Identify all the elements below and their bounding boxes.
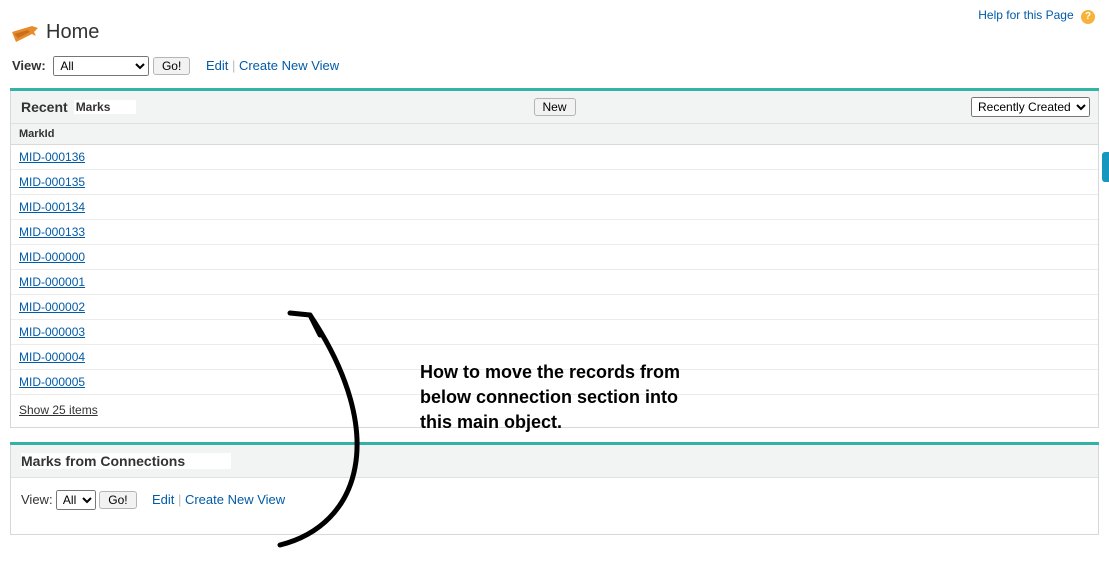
view-select[interactable]: All: [53, 56, 149, 76]
page-header: Home: [10, 20, 1099, 44]
create-view-link[interactable]: Create New View: [239, 58, 339, 73]
mark-link[interactable]: MID-000001: [19, 275, 85, 289]
show-more-link[interactable]: Show 25 items: [19, 403, 98, 417]
side-tab[interactable]: [1102, 152, 1109, 182]
home-plane-icon: [10, 20, 40, 44]
mark-link[interactable]: MID-000002: [19, 300, 85, 314]
table-row: MID-000001: [11, 270, 1098, 295]
mark-link[interactable]: MID-000133: [19, 225, 85, 239]
mark-link[interactable]: MID-000135: [19, 175, 85, 189]
separator: |: [232, 58, 239, 73]
conn-edit-view-link[interactable]: Edit: [152, 492, 174, 507]
mark-link[interactable]: MID-000005: [19, 375, 85, 389]
help-link[interactable]: Help for this Page: [978, 8, 1073, 22]
col-markid: MarkId: [11, 124, 1098, 145]
table-row: MID-000133: [11, 220, 1098, 245]
edit-view-link[interactable]: Edit: [206, 58, 228, 73]
recent-title-a: Recent: [21, 99, 68, 115]
table-row: MID-000136: [11, 145, 1098, 170]
mark-link[interactable]: MID-000134: [19, 200, 85, 214]
conn-create-view-link[interactable]: Create New View: [185, 492, 285, 507]
table-row: MID-000000: [11, 245, 1098, 270]
mark-link[interactable]: MID-000003: [19, 325, 85, 339]
table-row: MID-000135: [11, 170, 1098, 195]
table-row: MID-000002: [11, 295, 1098, 320]
conn-view-select[interactable]: All: [56, 490, 96, 510]
conn-go-button[interactable]: Go!: [99, 491, 136, 509]
view-toolbar: View: All Go! Edit | Create New View: [12, 56, 1099, 76]
annotation-text: How to move the records from below conne…: [420, 360, 680, 436]
mark-link[interactable]: MID-000004: [19, 350, 85, 364]
recent-marks-table: MarkId MID-000136 MID-000135 MID-000134 …: [11, 124, 1098, 395]
mark-link[interactable]: MID-000000: [19, 250, 85, 264]
help-icon[interactable]: ?: [1081, 10, 1095, 24]
go-button[interactable]: Go!: [153, 57, 190, 75]
recent-title-b: Marks: [74, 100, 137, 114]
new-button[interactable]: New: [533, 98, 575, 116]
view-label: View:: [12, 58, 46, 73]
connections-header: Marks from Connections: [11, 445, 1098, 478]
table-row: MID-000134: [11, 195, 1098, 220]
conn-view-label: View:: [21, 492, 53, 507]
separator: |: [178, 492, 185, 507]
recent-marks-header: Recent Marks New Recently Created: [11, 91, 1098, 124]
mark-link[interactable]: MID-000136: [19, 150, 85, 164]
table-row: MID-000003: [11, 320, 1098, 345]
connections-title: Marks from Connections: [21, 453, 231, 469]
sort-select[interactable]: Recently Created: [971, 97, 1090, 117]
page-title: Home: [46, 21, 99, 44]
connections-section: Marks from Connections View: All Go! Edi…: [10, 442, 1099, 535]
